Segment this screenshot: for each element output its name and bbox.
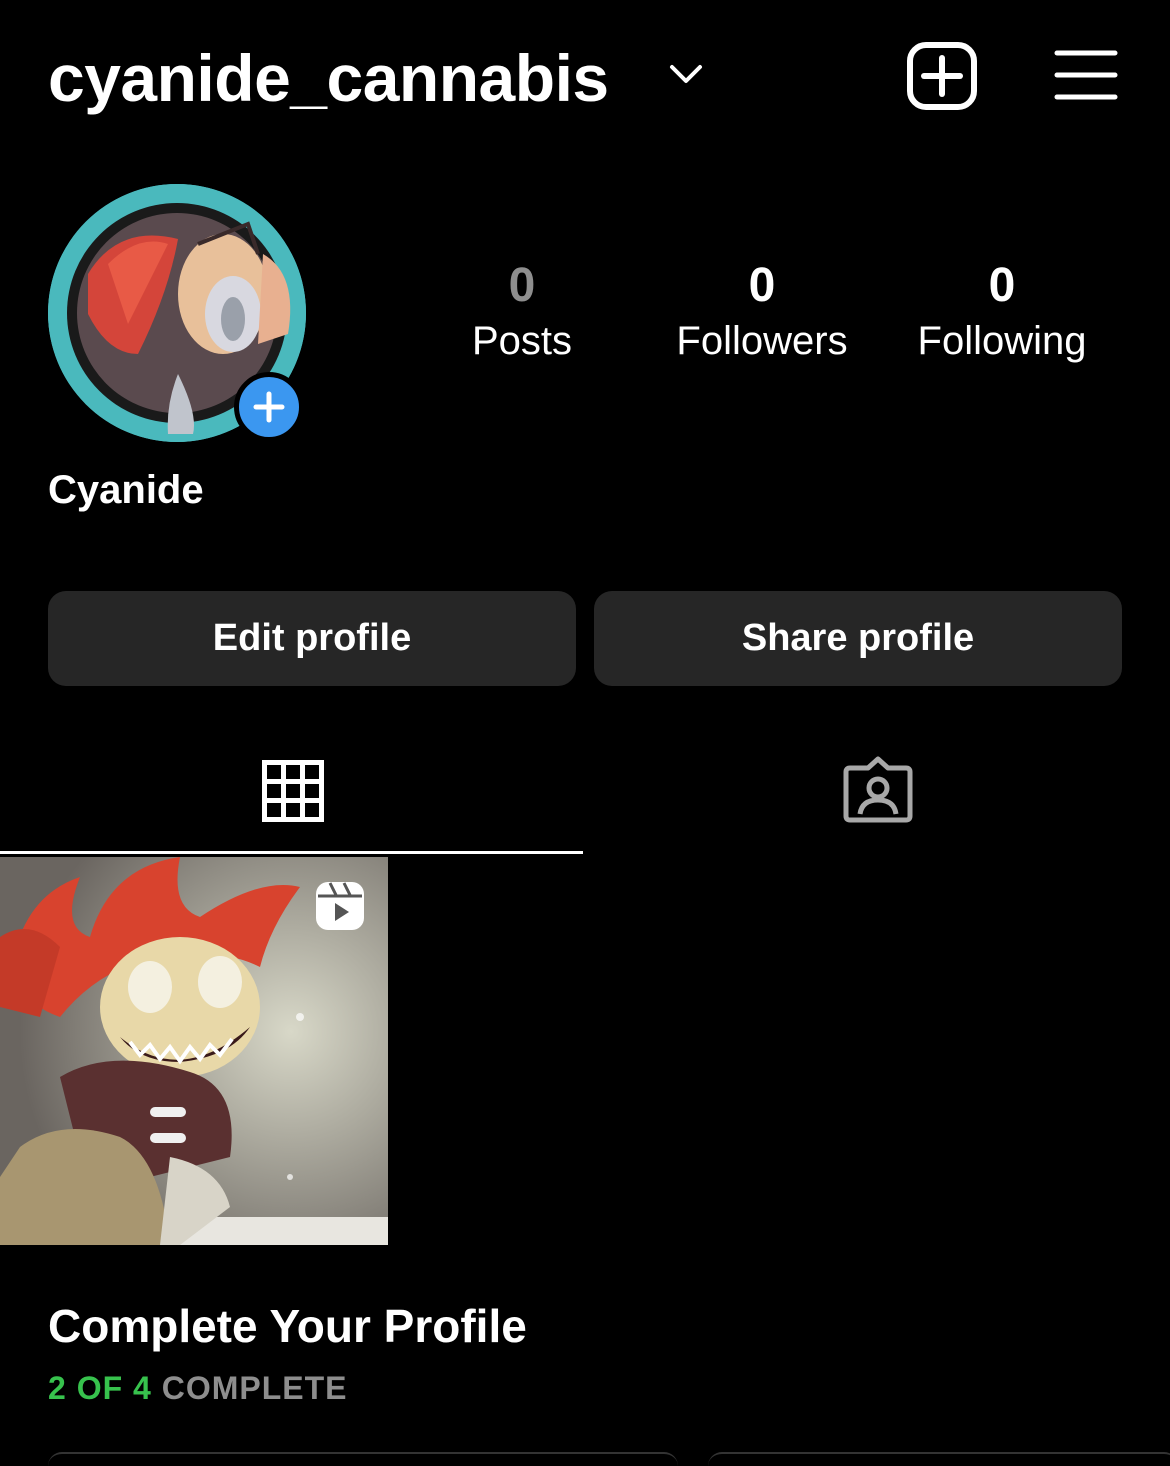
reel-icon bbox=[316, 882, 364, 930]
stat-followers[interactable]: 0 Followers bbox=[652, 256, 872, 366]
tagged-icon bbox=[843, 756, 913, 823]
complete-profile-title: Complete Your Profile bbox=[48, 1300, 527, 1352]
stat-following[interactable]: 0 Following bbox=[892, 256, 1112, 366]
stat-posts[interactable]: 0 Posts bbox=[412, 256, 632, 366]
edit-profile-button[interactable]: Edit profile bbox=[48, 591, 576, 686]
plus-icon bbox=[253, 391, 285, 423]
profile-task-card[interactable] bbox=[48, 1452, 678, 1466]
profile-task-card[interactable] bbox=[708, 1452, 1170, 1466]
grid-icon bbox=[262, 760, 324, 822]
followers-count: 0 bbox=[748, 259, 776, 312]
share-profile-button[interactable]: Share profile bbox=[594, 591, 1122, 686]
progress-rest: COMPLETE bbox=[151, 1370, 348, 1406]
profile-username[interactable]: cyanide_cannabis bbox=[48, 38, 609, 118]
following-label: Following bbox=[917, 319, 1087, 363]
posts-label: Posts bbox=[471, 319, 573, 363]
display-name: Cyanide bbox=[48, 468, 204, 512]
complete-profile-progress: 2 OF 4 COMPLETE bbox=[48, 1368, 347, 1408]
posts-count: 0 bbox=[508, 259, 536, 312]
progress-done: 2 OF 4 bbox=[48, 1370, 152, 1406]
add-story-button[interactable] bbox=[234, 372, 304, 442]
chevron-down-icon[interactable] bbox=[668, 62, 704, 88]
active-tab-indicator bbox=[0, 851, 583, 854]
followers-label: Followers bbox=[676, 319, 848, 363]
new-post-icon[interactable] bbox=[906, 42, 978, 110]
menu-icon[interactable] bbox=[1054, 48, 1118, 102]
following-count: 0 bbox=[988, 259, 1016, 312]
